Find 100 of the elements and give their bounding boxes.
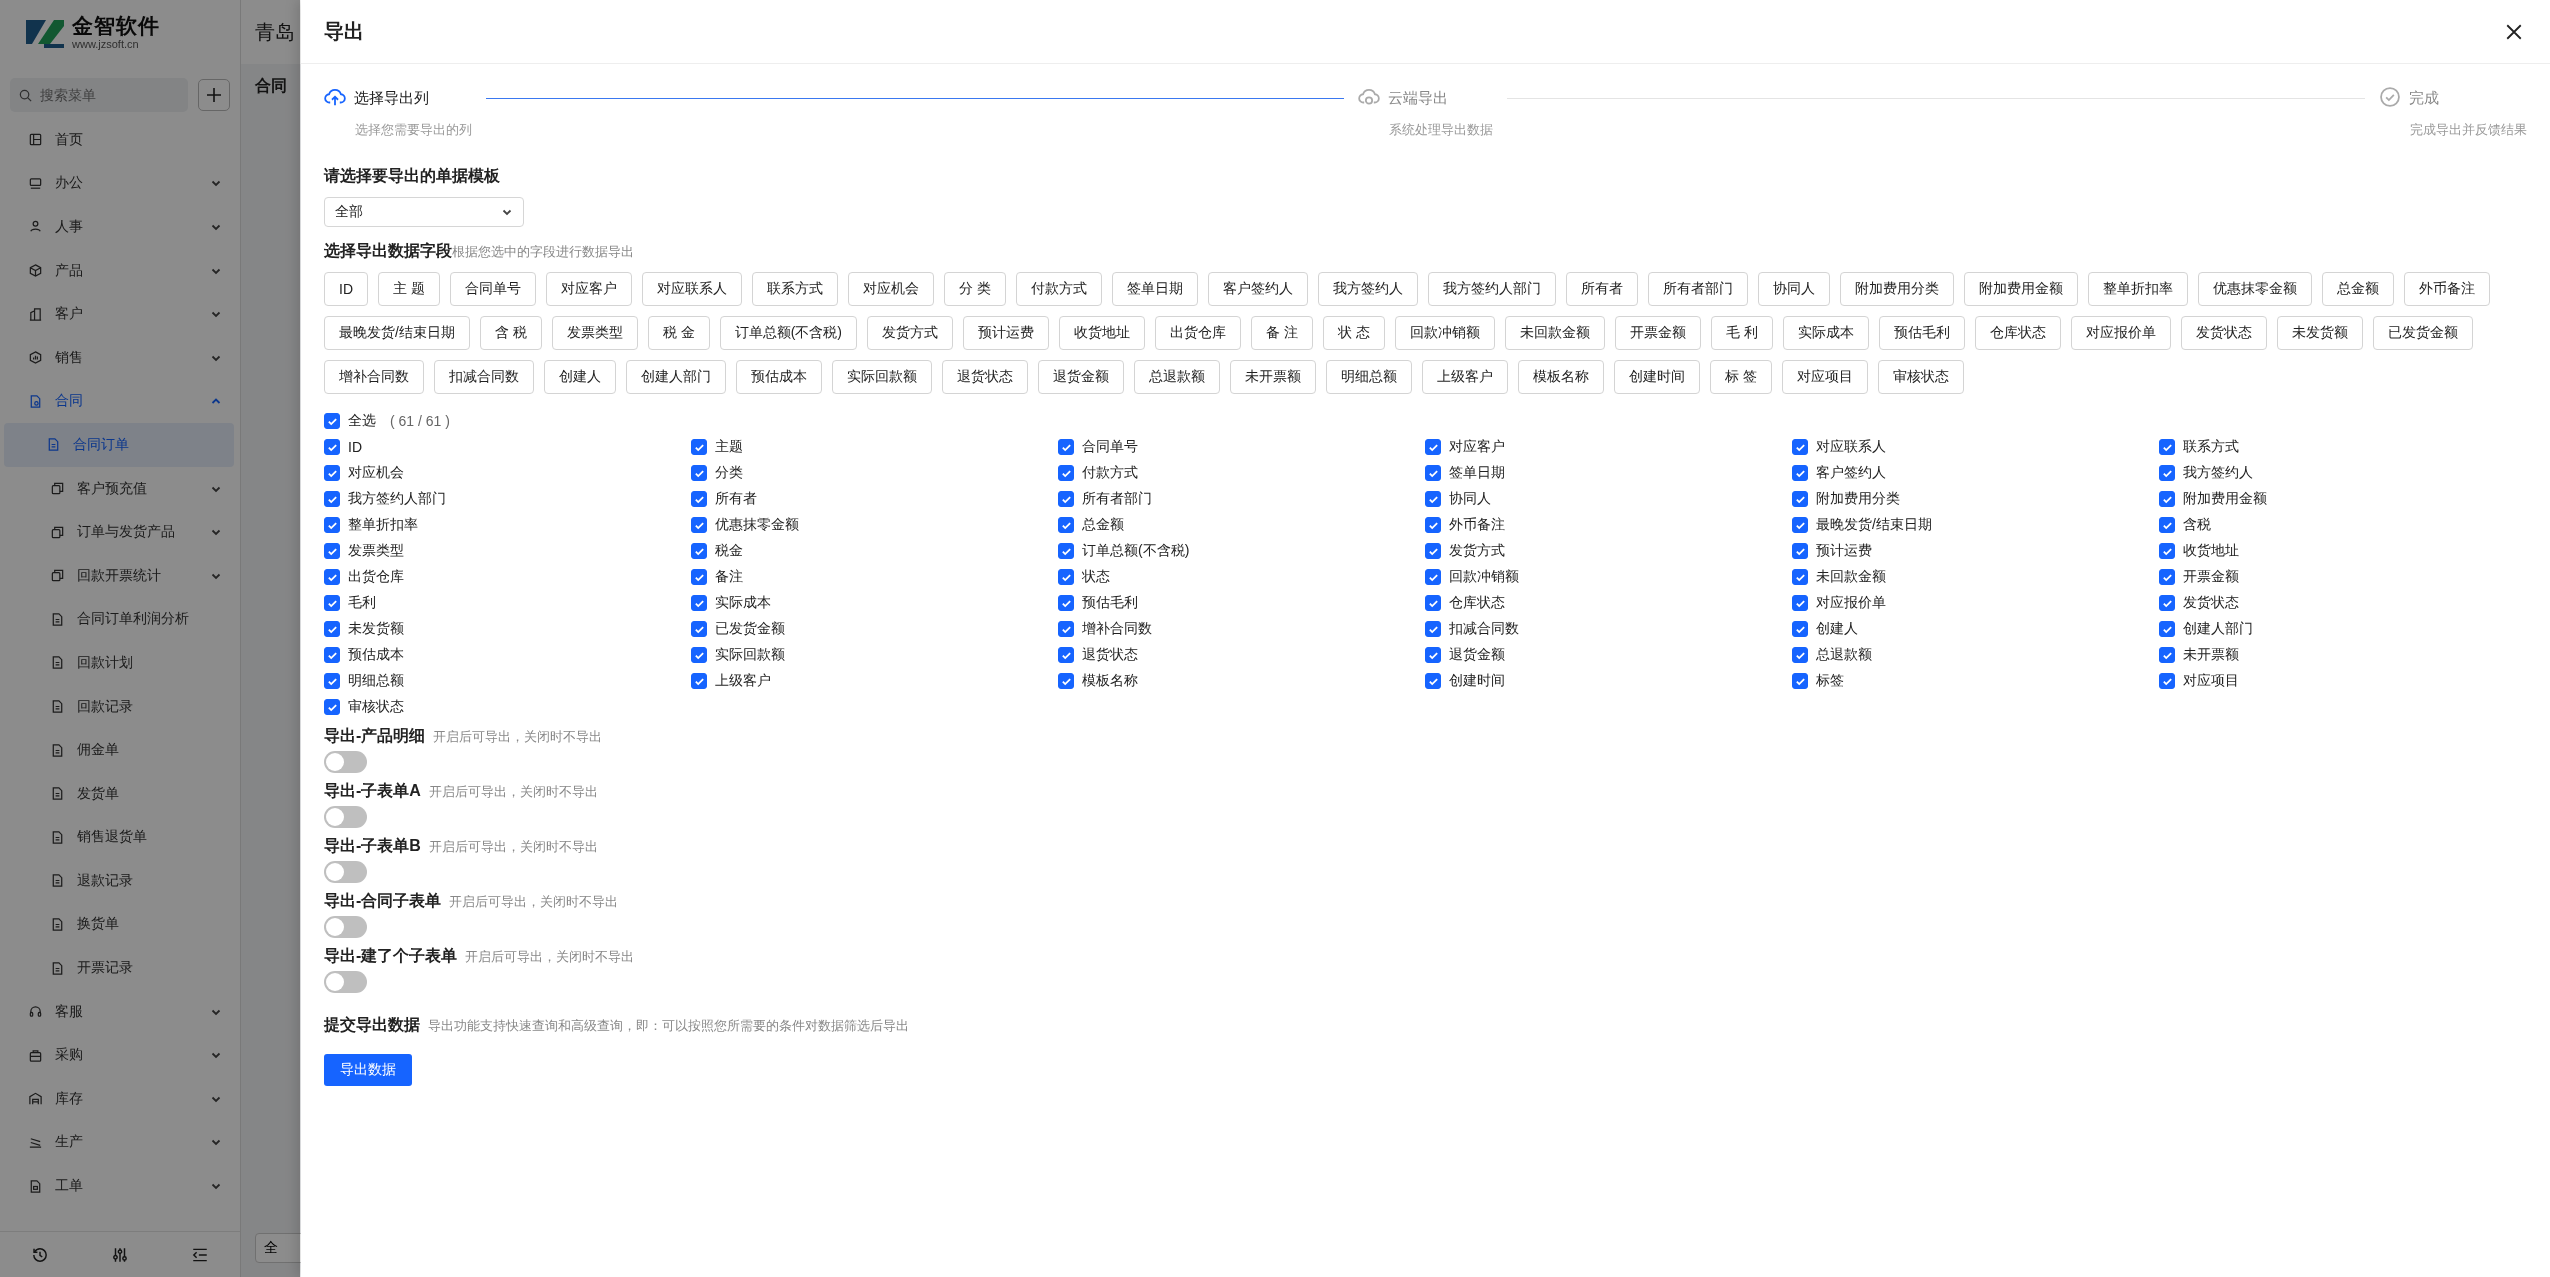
field-tag[interactable]: 实际成本: [1782, 316, 1869, 350]
checkbox[interactable]: [1058, 647, 1074, 663]
field-tag[interactable]: 附加费用分类: [1839, 272, 1954, 306]
checkbox[interactable]: [1792, 569, 1808, 585]
field-tag[interactable]: 主 题: [378, 272, 440, 306]
checkbox[interactable]: [1792, 517, 1808, 533]
checkbox[interactable]: [324, 439, 340, 455]
checkbox[interactable]: [691, 439, 707, 455]
checkbox[interactable]: [1425, 439, 1441, 455]
checkbox[interactable]: [1058, 673, 1074, 689]
checkbox[interactable]: [2159, 621, 2175, 637]
field-tag[interactable]: 分 类: [943, 272, 1006, 306]
menu-item[interactable]: 生产: [0, 1120, 240, 1165]
checkbox[interactable]: [2159, 647, 2175, 663]
menu-item[interactable]: 合同订单利润分析: [0, 597, 240, 642]
checkbox[interactable]: [691, 517, 707, 533]
field-tag[interactable]: 仓库状态: [1974, 316, 2061, 350]
field-tag[interactable]: 未开票额: [1230, 360, 1316, 394]
field-tag[interactable]: 模板名称: [1518, 360, 1604, 394]
checkbox[interactable]: [2159, 491, 2175, 507]
field-tag[interactable]: 退货状态: [942, 360, 1028, 394]
checkbox[interactable]: [691, 595, 707, 611]
checkbox[interactable]: [1792, 491, 1808, 507]
checkbox[interactable]: [1792, 465, 1808, 481]
checkbox[interactable]: [1058, 491, 1074, 507]
field-tag[interactable]: ID: [324, 272, 368, 306]
field-tag[interactable]: 总金额: [2321, 272, 2394, 306]
checkbox[interactable]: [1058, 595, 1074, 611]
checkbox[interactable]: [1792, 543, 1808, 559]
field-tag[interactable]: 收货地址: [1059, 316, 1145, 350]
menu-item[interactable]: 订单与发货产品: [0, 510, 240, 554]
field-tag[interactable]: 预估成本: [736, 360, 822, 394]
menu-item[interactable]: 客户预充值: [0, 466, 240, 511]
field-tag[interactable]: 所有者: [1565, 272, 1638, 306]
checkbox[interactable]: [1058, 569, 1074, 585]
checkbox[interactable]: [1792, 595, 1808, 611]
checkbox[interactable]: [1425, 543, 1441, 559]
menu-item[interactable]: 销售退货单: [0, 815, 240, 860]
menu-item[interactable]: 客户: [0, 292, 240, 336]
menu-item[interactable]: 人事: [0, 205, 240, 249]
checkbox[interactable]: [1425, 647, 1441, 663]
menu-item[interactable]: 开票记录: [0, 946, 240, 990]
field-tag[interactable]: 增补合同数: [324, 360, 424, 394]
field-tag[interactable]: 对应联系人: [641, 272, 742, 306]
checkbox[interactable]: [1058, 517, 1074, 533]
menu-item[interactable]: 库存: [0, 1077, 240, 1121]
checkbox[interactable]: [1425, 621, 1441, 637]
field-tag[interactable]: 附加费用金额: [1963, 272, 2078, 306]
menu-item[interactable]: 回款开票统计: [0, 553, 240, 598]
menu-item[interactable]: 采购: [0, 1033, 240, 1078]
checkbox[interactable]: [324, 413, 340, 429]
field-tag[interactable]: 扣减合同数: [434, 360, 534, 394]
field-tag[interactable]: 明细总额: [1326, 360, 1412, 394]
menu-item[interactable]: 换货单: [0, 902, 240, 947]
field-tag[interactable]: 开票金额: [1614, 316, 1701, 350]
menu-item[interactable]: 佣金单: [0, 728, 240, 772]
toggle-switch[interactable]: [324, 751, 367, 773]
checkbox[interactable]: [324, 491, 340, 507]
checkbox[interactable]: [691, 621, 707, 637]
checkbox[interactable]: [1058, 439, 1074, 455]
field-tag[interactable]: 订单总额(不含税): [719, 316, 857, 350]
checkbox[interactable]: [324, 595, 340, 611]
checkbox[interactable]: [1792, 647, 1808, 663]
field-tag[interactable]: 客户签约人: [1207, 272, 1308, 306]
menu-item[interactable]: 发货单: [0, 771, 240, 816]
field-tag[interactable]: 合同单号: [449, 272, 536, 306]
checkbox[interactable]: [691, 647, 707, 663]
checkbox[interactable]: [2159, 569, 2175, 585]
search-field[interactable]: 搜索菜单: [10, 78, 188, 112]
checkbox[interactable]: [1058, 543, 1074, 559]
field-tag[interactable]: 优惠抹零金额: [2197, 272, 2312, 306]
field-tag[interactable]: 付款方式: [1015, 272, 1102, 306]
checkbox[interactable]: [2159, 439, 2175, 455]
field-tag[interactable]: 退货金额: [1038, 360, 1124, 394]
menu-item[interactable]: 回款计划: [0, 641, 240, 685]
field-tag[interactable]: 最晚发货/结束日期: [324, 316, 470, 350]
checkbox[interactable]: [2159, 543, 2175, 559]
field-tag[interactable]: 回款冲销额: [1394, 316, 1495, 350]
field-tag[interactable]: 对应报价单: [2070, 316, 2171, 350]
field-tag[interactable]: 创建时间: [1614, 360, 1700, 394]
menu-item[interactable]: 工单: [0, 1164, 240, 1208]
checkbox[interactable]: [691, 543, 707, 559]
field-tag[interactable]: 创建人: [544, 360, 616, 394]
checkbox[interactable]: [691, 673, 707, 689]
field-tag[interactable]: 未发货额: [2276, 316, 2363, 350]
toggle-switch[interactable]: [324, 971, 367, 993]
checkbox[interactable]: [324, 621, 340, 637]
field-tag[interactable]: 对应客户: [545, 272, 632, 306]
checkbox[interactable]: [1425, 569, 1441, 585]
checkbox[interactable]: [1792, 621, 1808, 637]
menu-item[interactable]: 回款记录: [0, 684, 240, 729]
checkbox[interactable]: [2159, 465, 2175, 481]
field-tag[interactable]: 预估毛利: [1878, 316, 1965, 350]
checkbox[interactable]: [1425, 595, 1441, 611]
field-tag[interactable]: 发货方式: [867, 316, 953, 350]
field-tag[interactable]: 预计运费: [963, 316, 1049, 350]
checkbox[interactable]: [1792, 439, 1808, 455]
template-select[interactable]: 全部: [324, 197, 524, 227]
checkbox[interactable]: [324, 569, 340, 585]
menu-item[interactable]: 客服: [0, 989, 240, 1034]
